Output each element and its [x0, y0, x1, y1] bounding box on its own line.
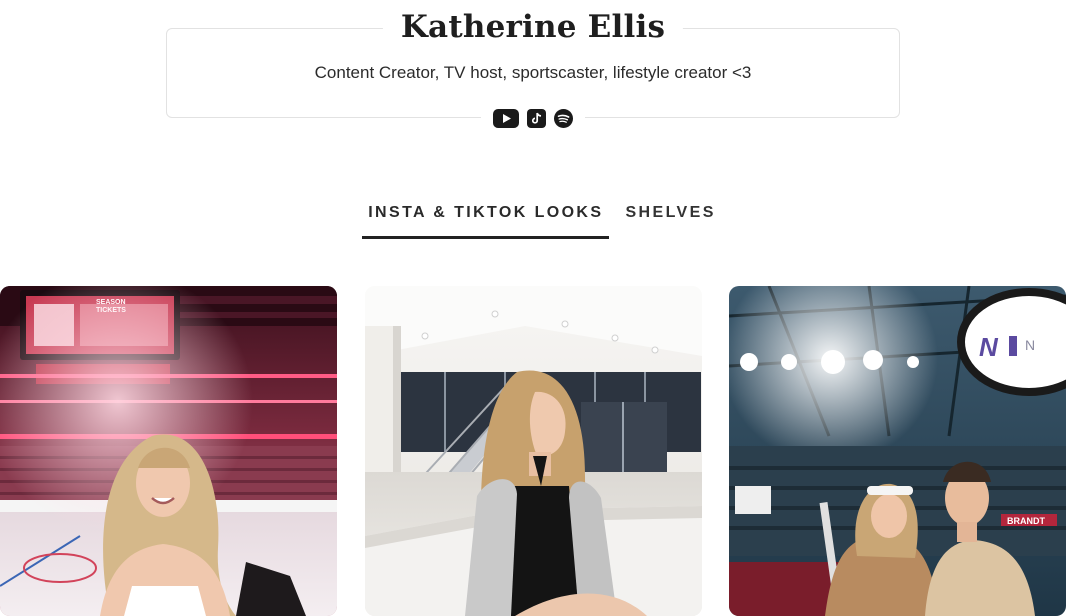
svg-text:N: N: [979, 332, 999, 362]
youtube-icon[interactable]: [493, 108, 519, 128]
profile-bio: Content Creator, TV host, sportscaster, …: [314, 63, 752, 82]
profile-name: Katherine Ellis: [382, 5, 684, 49]
tab-shelves[interactable]: SHELVES: [619, 200, 721, 239]
social-links: [481, 107, 585, 129]
tiktok-icon[interactable]: [527, 108, 546, 128]
svg-text:N: N: [1025, 337, 1035, 353]
lobby-photo: [365, 286, 702, 616]
spotify-icon[interactable]: [554, 108, 573, 128]
tab-insta-tiktok-looks[interactable]: INSTA & TIKTOK LOOKS: [362, 200, 610, 239]
arena-photo: SEASON TICKETS: [0, 286, 337, 616]
look-card[interactable]: N N BRANDT: [729, 286, 1066, 616]
looks-grid: SEASON TICKETS: [0, 286, 1080, 616]
look-card[interactable]: [365, 286, 702, 616]
rink-photo: N N BRANDT: [729, 286, 1066, 616]
look-card[interactable]: SEASON TICKETS: [0, 286, 337, 616]
profile-card: Katherine Ellis Content Creator, TV host…: [166, 5, 900, 129]
svg-text:BRANDT: BRANDT: [1007, 516, 1045, 526]
collection-tabs: INSTA & TIKTOK LOOKS SHELVES: [4, 200, 1080, 239]
